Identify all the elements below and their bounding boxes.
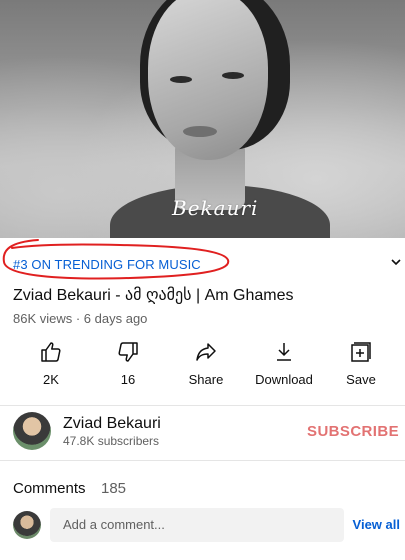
video-player[interactable]: Bekauri — [0, 0, 405, 238]
chevron-down-icon[interactable] — [389, 255, 403, 269]
channel-avatar[interactable] — [13, 412, 51, 450]
share-icon — [196, 343, 216, 361]
thumbs-up-icon — [41, 342, 61, 362]
trending-badge[interactable]: #3 ON TRENDING FOR MUSIC — [13, 257, 201, 272]
thumbs-down-icon — [118, 342, 138, 362]
video-title[interactable]: Zviad Bekauri - ამ ღამეს | Am Ghames — [13, 285, 293, 305]
dislike-count: 16 — [120, 372, 136, 387]
comments-heading: Comments — [13, 480, 86, 497]
subscriber-count: 47.8K subscribers — [63, 434, 160, 448]
share-button[interactable]: Share — [161, 340, 251, 390]
video-figure-lips — [183, 126, 217, 137]
dislike-button[interactable]: 16 — [83, 340, 173, 390]
action-bar: 2K 16 Share Download Save — [0, 340, 405, 390]
divider — [0, 405, 405, 406]
save-label: Save — [346, 372, 376, 387]
subscribe-button[interactable]: SUBSCRIBE — [307, 423, 399, 440]
comment-input[interactable]: Add a comment... — [50, 508, 344, 542]
channel-name[interactable]: Zviad Bekauri — [63, 415, 161, 433]
user-avatar — [13, 511, 41, 539]
video-meta: 86K views · 6 days ago — [13, 311, 148, 326]
video-figure-eye — [222, 72, 244, 79]
comment-placeholder: Add a comment... — [63, 517, 165, 532]
save-to-playlist-icon — [351, 342, 371, 362]
comments-count: 185 — [101, 480, 127, 497]
video-watermark: Bekauri — [172, 196, 259, 220]
video-figure-eye — [170, 76, 192, 83]
download-icon — [277, 343, 291, 361]
share-label: Share — [188, 372, 224, 387]
view-all-comments-link[interactable]: View all — [353, 517, 400, 532]
divider — [0, 460, 405, 461]
save-button[interactable]: Save — [316, 340, 405, 390]
